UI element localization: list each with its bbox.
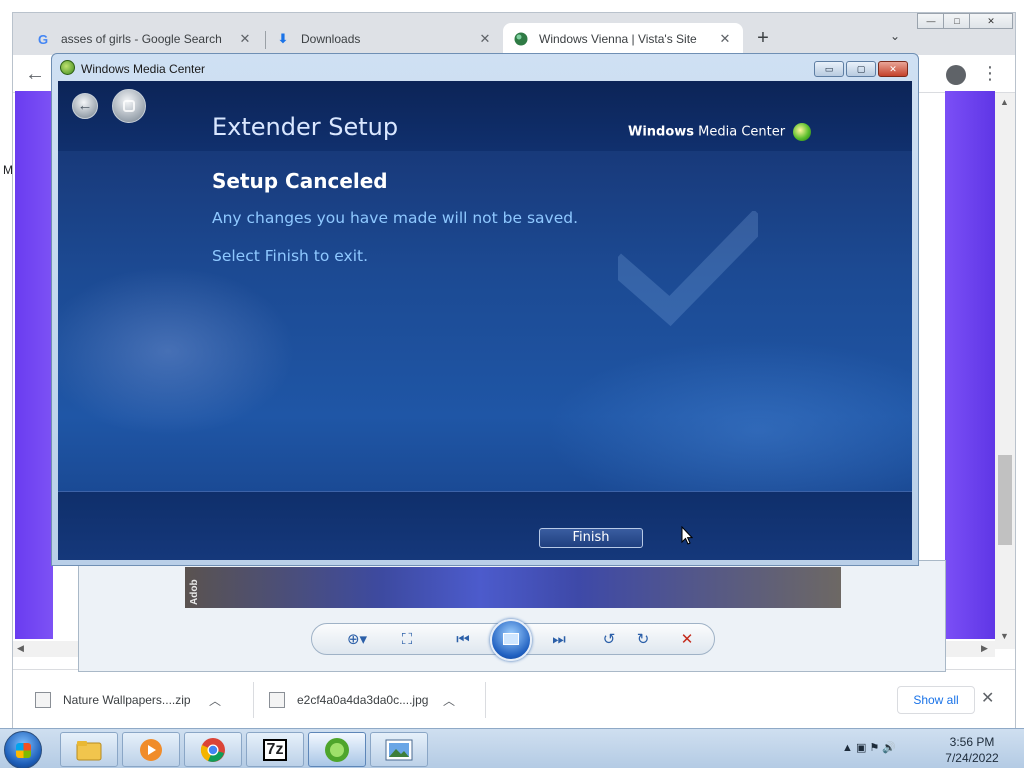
content-footer: Finish <box>58 491 912 560</box>
download-divider <box>485 682 486 718</box>
globe-icon <box>513 31 529 47</box>
media-center-logo-icon <box>60 60 75 75</box>
scroll-up-icon[interactable]: ▲ <box>1000 97 1009 107</box>
brand-windows: Windows <box>628 124 695 140</box>
window-title: Windows Media Center <box>81 62 206 76</box>
rotate-left-icon[interactable]: ↺ <box>598 631 620 649</box>
back-button[interactable]: ← <box>72 93 98 119</box>
download-item[interactable]: Nature Wallpapers....zip ︿ <box>35 678 225 722</box>
windows-logo-icon <box>16 743 31 758</box>
photo-watermark-text: Adob <box>189 579 200 605</box>
scroll-down-icon[interactable]: ▼ <box>1000 631 1009 641</box>
checkmark-icon <box>618 211 758 327</box>
minimize-button[interactable]: — <box>917 13 945 29</box>
taskbar-media-center[interactable] <box>308 732 366 767</box>
taskbar-7zip[interactable]: 7z <box>246 732 304 767</box>
start-button[interactable] <box>112 89 146 123</box>
tab-close-icon[interactable]: ✕ <box>477 31 493 47</box>
minimize-button[interactable]: ▭ <box>814 61 844 77</box>
download-divider <box>253 682 254 718</box>
page-edge-text: M <box>3 163 13 177</box>
image-file-icon <box>269 692 285 708</box>
7zip-icon: 7z <box>262 738 288 761</box>
status-message: Any changes you have made will not be sa… <box>212 209 579 227</box>
taskbar: 7z ▲ ▣ ⚑ 🔊 3:56 PM 7/24/2022 <box>0 728 1024 768</box>
previous-icon[interactable]: ⏮ <box>452 631 474 649</box>
close-window-button[interactable]: ✕ <box>969 13 1013 29</box>
viewer-toolbar: ⊕▾ ⛶ ⏮ ⏭ ↺ ↻ ✕ <box>311 619 715 661</box>
tab-title: Windows Vienna | Vista's Site <box>539 32 697 46</box>
status-heading: Setup Canceled <box>212 169 388 193</box>
menu-kebab-icon[interactable]: ⋮ <box>981 63 999 84</box>
show-all-button[interactable]: Show all <box>897 686 975 714</box>
instruction-text: Select Finish to exit. <box>212 247 369 265</box>
rotate-right-icon[interactable]: ↻ <box>632 631 654 649</box>
photo-viewer-icon <box>385 739 413 760</box>
zip-file-icon <box>35 692 51 708</box>
window-titlebar[interactable]: Windows Media Center ▭ ▢ ✕ <box>52 54 918 82</box>
tab-search-icon[interactable]: ⌄ <box>885 29 905 49</box>
tab-downloads[interactable]: ⬇ Downloads ✕ <box>265 23 503 55</box>
download-filename: e2cf4a0a4da3da0c....jpg <box>297 693 429 707</box>
maximize-button[interactable]: ▢ <box>846 61 876 77</box>
tab-title: asses of girls - Google Search <box>61 32 222 46</box>
photo-viewer-window: Adob ⊕▾ ⛶ ⏮ ⏭ ↺ ↻ ✕ <box>78 560 946 672</box>
tab-title: Downloads <box>301 32 361 46</box>
next-icon[interactable]: ⏭ <box>548 631 570 649</box>
scroll-left-icon[interactable]: ◀ <box>17 643 24 654</box>
clock[interactable]: 3:56 PM 7/24/2022 <box>934 734 1010 766</box>
clock-time: 3:56 PM <box>949 735 995 749</box>
fit-icon[interactable]: ⛶ <box>396 631 418 649</box>
media-center-logo-icon <box>793 123 812 141</box>
chevron-up-icon[interactable]: ︿ <box>205 692 225 709</box>
chrome-icon <box>200 737 225 762</box>
tab-google-search[interactable]: G asses of girls - Google Search ✕ <box>25 23 263 55</box>
clock-date: 7/24/2022 <box>945 751 999 765</box>
download-item[interactable]: e2cf4a0a4da3da0c....jpg ︿ <box>269 678 459 722</box>
windows-flag-icon <box>123 100 135 112</box>
taskbar-media-player[interactable] <box>122 732 180 767</box>
taskbar-explorer[interactable] <box>60 732 118 767</box>
profile-icon[interactable] <box>946 65 966 85</box>
taskbar-chrome[interactable] <box>184 732 242 767</box>
media-center-icon <box>325 737 349 762</box>
close-button[interactable]: ✕ <box>878 61 908 77</box>
back-arrow-icon[interactable]: ← <box>25 63 45 86</box>
start-button[interactable] <box>4 731 42 768</box>
taskbar-photo-viewer[interactable] <box>370 732 428 767</box>
maximize-button[interactable]: □ <box>943 13 971 29</box>
page-title: Extender Setup <box>212 113 399 141</box>
new-tab-button[interactable]: + <box>751 27 775 51</box>
slideshow-icon <box>503 633 519 645</box>
delete-icon[interactable]: ✕ <box>676 631 698 649</box>
page-banner-right <box>945 91 995 639</box>
scroll-thumb[interactable] <box>998 455 1012 545</box>
download-filename: Nature Wallpapers....zip <box>63 693 191 707</box>
media-center-content: ← Extender Setup Windows Media Center Se… <box>58 81 912 560</box>
folder-icon <box>76 740 102 760</box>
page-banner-left <box>15 91 53 639</box>
google-icon: G <box>37 31 49 47</box>
scroll-right-icon[interactable]: ▶ <box>981 643 988 654</box>
downloads-bar: Nature Wallpapers....zip ︿ e2cf4a0a4da3d… <box>13 669 1015 729</box>
media-center-brand: Windows Media Center <box>628 123 812 141</box>
tab-close-icon[interactable]: ✕ <box>237 31 253 47</box>
tab-strip: G asses of girls - Google Search ✕ ⬇ Dow… <box>13 13 1015 55</box>
mouse-cursor-icon <box>681 526 693 545</box>
close-icon[interactable]: ✕ <box>981 688 994 708</box>
finish-button[interactable]: Finish <box>539 528 643 548</box>
zoom-icon[interactable]: ⊕▾ <box>340 631 374 649</box>
chevron-up-icon[interactable]: ︿ <box>439 692 459 709</box>
media-center-window: Windows Media Center ▭ ▢ ✕ ← Extender Se… <box>51 53 919 566</box>
tab-windows-vienna[interactable]: Windows Vienna | Vista's Site ✕ <box>503 23 743 55</box>
brand-media-center: Media Center <box>694 124 786 140</box>
vertical-scrollbar[interactable]: ▲ ▼ <box>995 93 1015 649</box>
slideshow-button[interactable] <box>490 619 532 661</box>
system-tray-icons[interactable]: ▲ ▣ ⚑ 🔊 <box>842 741 896 754</box>
tab-close-icon[interactable]: ✕ <box>717 31 733 47</box>
media-player-icon <box>140 738 162 761</box>
viewer-photo <box>185 567 841 608</box>
download-icon: ⬇ <box>277 31 289 46</box>
